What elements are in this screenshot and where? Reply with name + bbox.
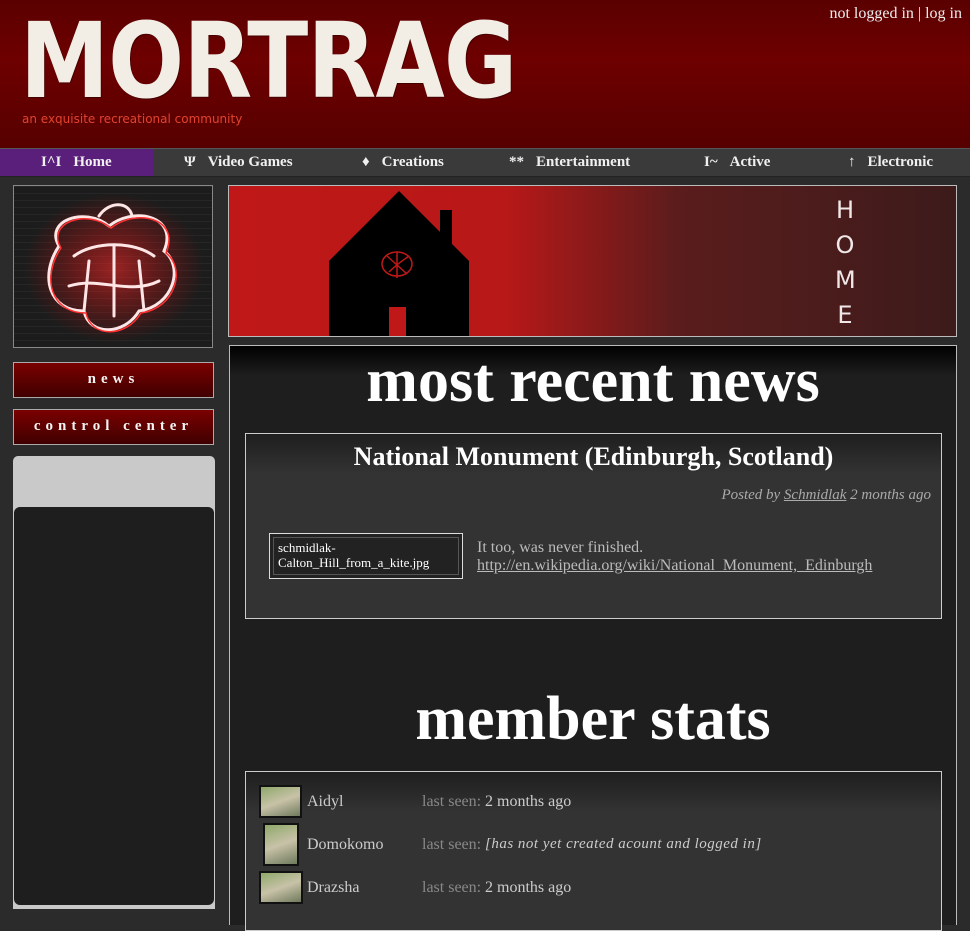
avatar[interactable]	[259, 871, 303, 904]
banner-letter: M	[835, 266, 856, 294]
home-banner: H O M E	[228, 185, 957, 337]
news-heading: most recent news	[366, 347, 820, 415]
login-area: not logged in | log in	[829, 5, 962, 23]
sidebar-emblem	[13, 185, 213, 348]
site-header: MORTRAG an exquisite recreational commun…	[0, 0, 970, 148]
member-row: Drazsha last seen: 2 months ago	[259, 871, 929, 907]
sidebar-panel-body	[14, 507, 214, 905]
member-name[interactable]: Aidyl	[307, 793, 343, 811]
login-link[interactable]: log in	[925, 5, 962, 22]
diamond-icon: ♦	[362, 154, 370, 170]
author-link[interactable]: Schmidlak	[784, 487, 846, 503]
nav-item-video-games[interactable]: Ψ Video Games	[184, 149, 293, 176]
news-image[interactable]: schmidlak-Calton_Hill_from_a_kite.jpg	[269, 533, 463, 579]
last-seen-label: last seen:	[422, 879, 482, 896]
nav-label: Creations	[381, 154, 444, 170]
banner-letter: O	[835, 231, 855, 259]
news-title[interactable]: National Monument (Edinburgh, Scotland)	[246, 442, 941, 472]
nav-item-active[interactable]: I~ Active	[704, 149, 770, 176]
main-nav: I^I Home Ψ Video Games ♦ Creations ** Entert…	[0, 148, 970, 177]
nav-label: Electronic	[867, 154, 934, 170]
last-seen-label: last seen:	[422, 793, 482, 810]
post-time: 2 months ago	[850, 487, 931, 503]
last-seen-value: 2 months ago	[485, 793, 572, 810]
news-link[interactable]: http://en.wikipedia.org/wiki/National_Mo…	[477, 557, 872, 574]
member-stats-card: Aidyl last seen: 2 months ago Domokomo l…	[245, 771, 942, 931]
last-seen-value: [has not yet created acount and logged i…	[485, 836, 762, 852]
nav-item-creations[interactable]: ♦ Creations	[362, 149, 444, 176]
last-seen-value: 2 months ago	[485, 879, 572, 896]
nav-label: Home	[73, 154, 112, 170]
news-body: It too, was never finished. http://en.wi…	[477, 539, 872, 575]
login-separator: |	[917, 5, 922, 22]
posted-by-label: Posted by	[721, 487, 781, 503]
banner-letter: E	[837, 301, 853, 329]
wave-icon: I~	[704, 154, 718, 170]
monogram-icon	[24, 193, 204, 343]
site-logo[interactable]: MORTRAG	[20, 6, 517, 116]
nav-label: Active	[729, 154, 771, 170]
house-icon	[329, 191, 469, 336]
nav-label: Entertainment	[536, 154, 631, 170]
news-meta: Posted by Schmidlak 2 months ago	[721, 487, 931, 504]
broken-image-icon: schmidlak-Calton_Hill_from_a_kite.jpg	[273, 537, 459, 575]
nav-item-electronic[interactable]: ↑ Electronic	[848, 149, 933, 176]
home-glyph-icon: I^I	[41, 154, 62, 170]
arrow-up-icon: ↑	[848, 154, 856, 170]
nav-item-entertainment[interactable]: ** Entertainment	[509, 149, 630, 176]
sidebar-news-button[interactable]: news	[13, 362, 214, 398]
nav-label: Video Games	[207, 154, 293, 170]
member-row: Domokomo last seen: [has not yet created…	[259, 823, 929, 866]
member-name[interactable]: Drazsha	[307, 879, 359, 897]
stats-heading: member stats	[415, 685, 771, 753]
stars-icon: **	[509, 154, 524, 170]
news-card: National Monument (Edinburgh, Scotland) …	[245, 433, 942, 619]
avatar[interactable]	[259, 785, 302, 818]
member-name[interactable]: Domokomo	[307, 836, 383, 854]
psi-icon: Ψ	[184, 154, 196, 170]
nav-item-home[interactable]: I^I Home	[0, 149, 154, 176]
sidebar-panel	[13, 456, 215, 909]
sidebar-control-center-button[interactable]: control center	[13, 409, 214, 445]
banner-letter: H	[835, 196, 855, 224]
last-seen-label: last seen:	[422, 836, 482, 853]
news-text: It too, was never finished.	[477, 539, 644, 556]
avatar[interactable]	[263, 823, 299, 866]
member-row: Aidyl last seen: 2 months ago	[259, 785, 929, 821]
login-status: not logged in	[829, 5, 914, 22]
main-content: most recent news National Monument (Edin…	[229, 345, 957, 931]
site-tagline: an exquisite recreational community	[22, 112, 243, 126]
